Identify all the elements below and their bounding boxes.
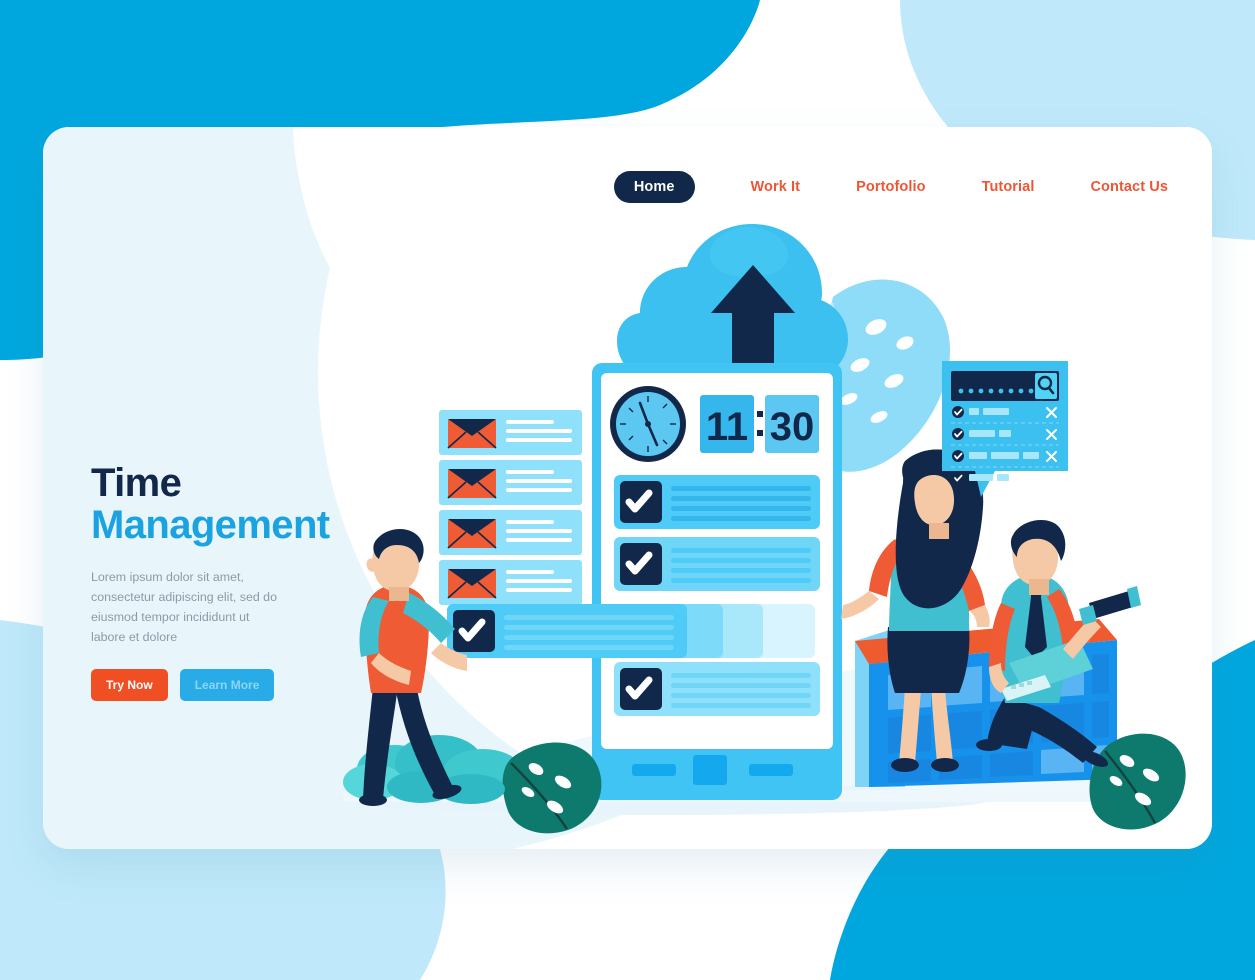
nav-item-tutorial[interactable]: Tutorial — [982, 179, 1035, 195]
main-navigation: Home Work It Portofolio Tutorial Contact… — [43, 171, 1212, 203]
hero-button-group: Try Now Learn More — [91, 669, 391, 702]
try-now-button[interactable]: Try Now — [91, 669, 168, 702]
page-root: Home Work It Portofolio Tutorial Contact… — [0, 0, 1255, 980]
page-title: Time Management — [91, 462, 391, 547]
title-line-1: Time — [91, 461, 182, 505]
nav-item-portofolio[interactable]: Portofolio — [856, 179, 925, 195]
nav-item-home[interactable]: Home — [613, 171, 695, 203]
nav-item-work-it[interactable]: Work It — [751, 179, 801, 195]
hero-text-block: Time Management Lorem ipsum dolor sit am… — [91, 462, 391, 702]
nav-item-contact-us[interactable]: Contact Us — [1090, 179, 1168, 195]
hero-description: Lorem ipsum dolor sit amet, consectetur … — [91, 569, 277, 645]
hero-card: Home Work It Portofolio Tutorial Contact… — [43, 127, 1212, 849]
learn-more-button[interactable]: Learn More — [179, 669, 275, 702]
title-line-2: Management — [91, 503, 330, 548]
